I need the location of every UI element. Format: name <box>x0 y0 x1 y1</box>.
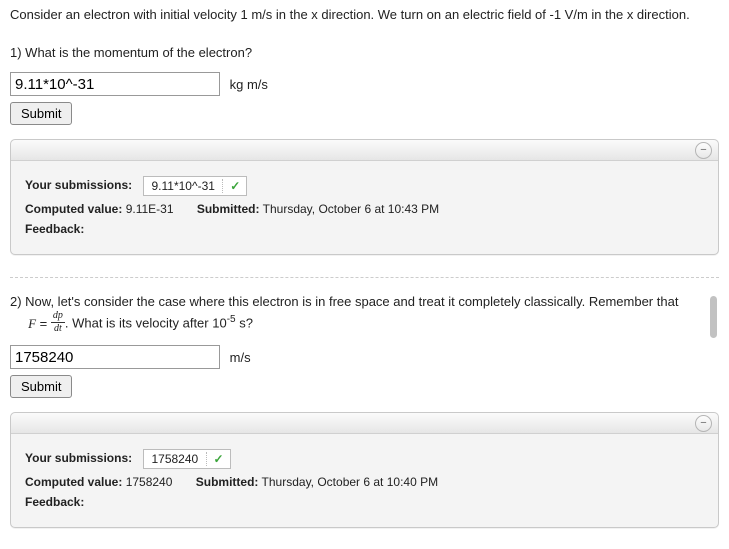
q2-prompt-b: . What is its velocity after 10 <box>65 315 227 330</box>
q2-formula-lhs: F <box>28 316 36 331</box>
q2-submission-value: 1758240 <box>151 452 198 466</box>
q2-frac-num: dp <box>51 311 65 323</box>
question-1: 1) What is the momentum of the electron?… <box>10 43 719 256</box>
q2-feedback-label: Feedback: <box>25 495 84 509</box>
q2-submitted-label: Submitted: <box>196 475 259 489</box>
q1-submission-chip[interactable]: 9.11*10^-31 ✓ <box>143 176 247 196</box>
q1-submitted-value: Thursday, October 6 at 10:43 PM <box>263 202 440 216</box>
q1-prompt: 1) What is the momentum of the electron? <box>10 43 719 63</box>
q1-panel-header: − <box>11 140 718 161</box>
q1-feedback-label: Feedback: <box>25 222 84 236</box>
q2-answer-row: m/s <box>10 345 719 369</box>
q2-submission-chip[interactable]: 1758240 ✓ <box>143 449 230 469</box>
q1-submissions-label: Your submissions: <box>25 179 132 193</box>
q1-answer-input[interactable] <box>10 72 220 96</box>
q1-feedback-panel: − Your submissions: 9.11*10^-31 ✓ Comput… <box>10 139 719 255</box>
q2-frac-den: dt <box>51 323 65 334</box>
q2-prompt-a: 2) Now, let's consider the case where th… <box>10 294 678 309</box>
q2-computed-label: Computed value: <box>25 475 122 489</box>
q1-submission-value: 9.11*10^-31 <box>151 179 214 193</box>
q2-submissions-label: Your submissions: <box>25 451 132 465</box>
check-icon: ✓ <box>230 179 240 193</box>
question-2: 2) Now, let's consider the case where th… <box>10 292 719 528</box>
q2-unit: m/s <box>230 350 251 365</box>
q2-panel-header: − <box>11 413 718 434</box>
minus-icon[interactable]: − <box>695 415 712 432</box>
q2-submit-button[interactable]: Submit <box>10 375 72 398</box>
q1-submit-button[interactable]: Submit <box>10 102 72 125</box>
q2-exponent: -5 <box>227 314 236 325</box>
separator <box>10 277 719 278</box>
q1-submitted-label: Submitted: <box>197 202 260 216</box>
q1-panel-body: Your submissions: 9.11*10^-31 ✓ Computed… <box>11 161 718 254</box>
q1-computed-value: 9.11E-31 <box>126 202 174 216</box>
q1-answer-row: kg m/s <box>10 72 719 96</box>
q2-computed-value: 1758240 <box>126 475 173 489</box>
check-icon: ✓ <box>214 452 224 466</box>
problem-intro: Consider an electron with initial veloci… <box>10 6 719 25</box>
q2-feedback-panel: − Your submissions: 1758240 ✓ Computed v… <box>10 412 719 528</box>
q2-prompt-c: s? <box>236 315 253 330</box>
q2-fraction: dp dt <box>51 311 65 334</box>
q2-prompt: 2) Now, let's consider the case where th… <box>10 292 719 335</box>
scrollbar-thumb[interactable] <box>710 296 717 338</box>
minus-icon[interactable]: − <box>695 142 712 159</box>
q2-panel-body: Your submissions: 1758240 ✓ Computed val… <box>11 434 718 527</box>
q1-computed-label: Computed value: <box>25 202 122 216</box>
q2-formula-eq: = <box>40 316 48 331</box>
q1-unit: kg m/s <box>230 77 268 92</box>
q2-submitted-value: Thursday, October 6 at 10:40 PM <box>262 475 439 489</box>
q2-answer-input[interactable] <box>10 345 220 369</box>
